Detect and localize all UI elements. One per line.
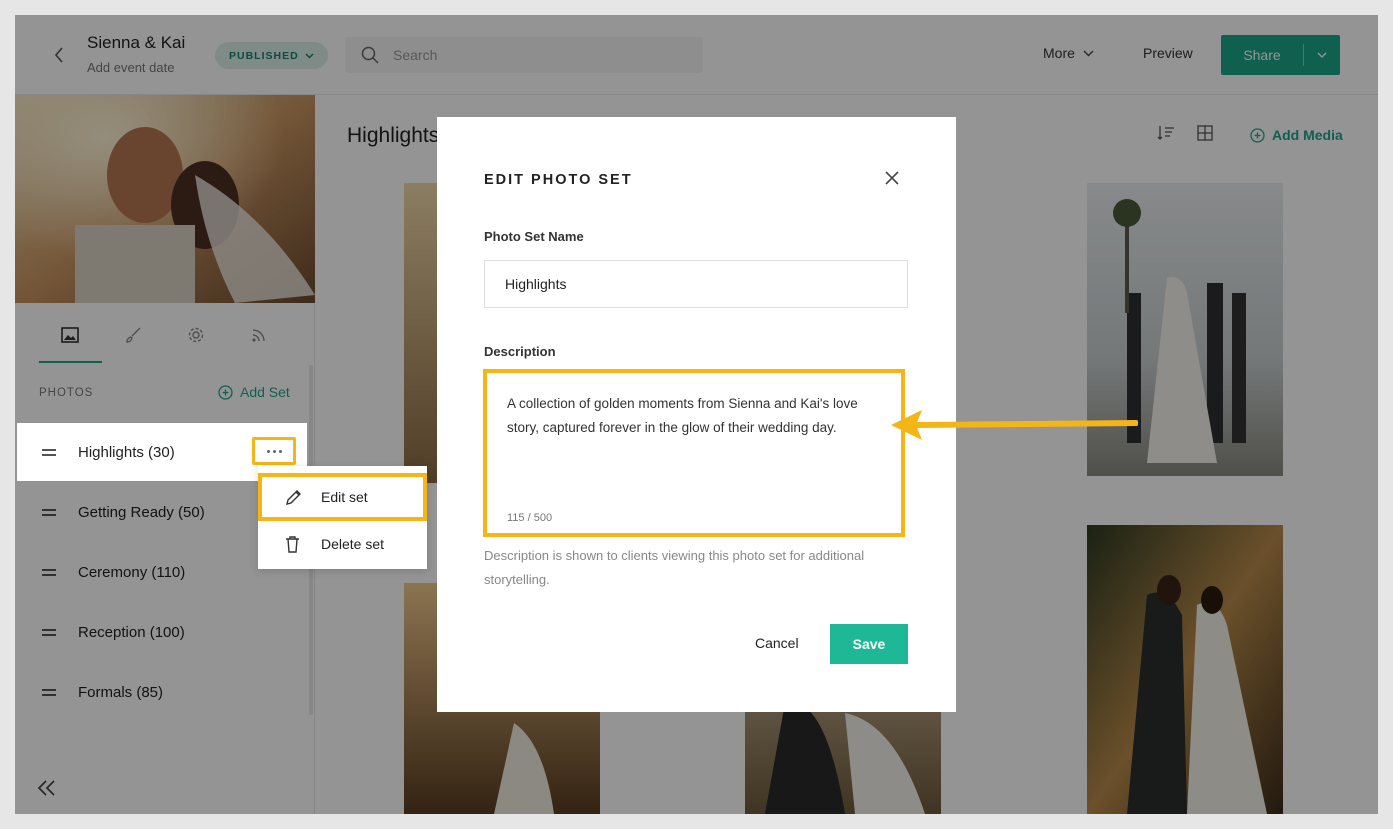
cancel-button[interactable]: Cancel xyxy=(755,635,799,651)
set-name: Highlights (30) xyxy=(78,443,175,461)
modal-title: EDIT PHOTO SET xyxy=(484,172,633,188)
name-field-label: Photo Set Name xyxy=(484,229,584,244)
annotation-arrow xyxy=(891,410,1138,440)
character-count: 115 / 500 xyxy=(507,512,553,524)
set-context-menu: Edit set Delete set xyxy=(258,466,427,569)
drag-handle-icon[interactable] xyxy=(42,446,56,459)
description-help-text: Description is shown to clients viewing … xyxy=(484,548,865,587)
trash-icon xyxy=(285,535,305,553)
edit-set-label: Edit set xyxy=(321,489,368,505)
photo-set-name-input[interactable]: Highlights xyxy=(484,260,908,308)
description-field-label: Description xyxy=(484,344,556,359)
delete-set-label: Delete set xyxy=(321,536,385,552)
close-button[interactable] xyxy=(884,170,900,191)
dot xyxy=(272,449,276,453)
pencil-icon xyxy=(285,489,305,506)
description-textarea[interactable]: A collection of golden moments from Sien… xyxy=(483,369,905,537)
edit-photo-set-modal: EDIT PHOTO SET Photo Set Name Highlights… xyxy=(437,117,956,712)
delete-set-menu-item[interactable]: Delete set xyxy=(258,522,427,566)
more-options-button[interactable] xyxy=(252,437,296,465)
edit-set-menu-item[interactable]: Edit set xyxy=(258,473,427,521)
description-text: A collection of golden moments from Sien… xyxy=(507,396,858,435)
close-icon xyxy=(885,171,899,185)
save-button[interactable]: Save xyxy=(830,624,908,664)
dot xyxy=(266,449,270,453)
app-window: Sienna & Kai Add event date PUBLISHED Mo… xyxy=(15,15,1378,814)
dot xyxy=(278,449,282,453)
